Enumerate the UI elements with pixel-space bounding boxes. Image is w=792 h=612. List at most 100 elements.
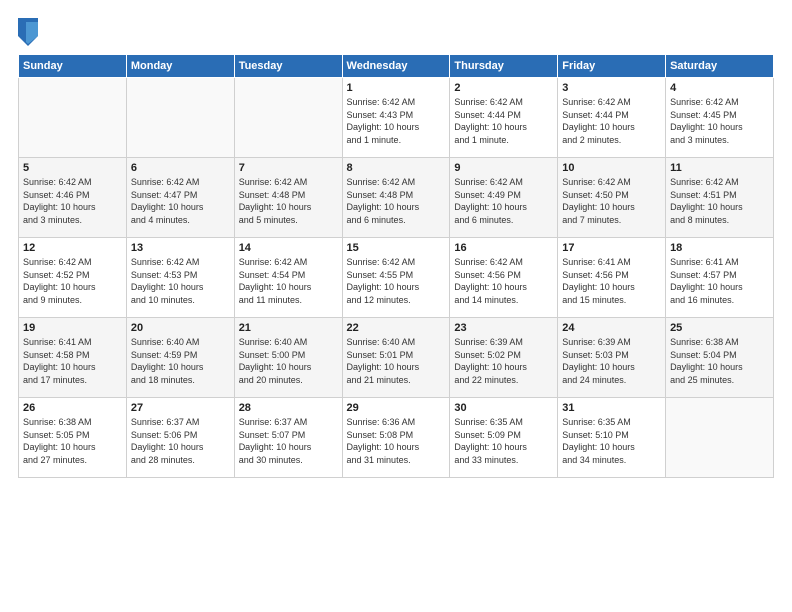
- calendar-cell: 24 Sunrise: 6:39 AM Sunset: 5:03 PM Dayli…: [558, 318, 666, 398]
- page: SundayMondayTuesdayWednesdayThursdayFrid…: [0, 0, 792, 612]
- calendar-cell: 4 Sunrise: 6:42 AM Sunset: 4:45 PM Daylig…: [666, 78, 774, 158]
- day-number: 17: [562, 242, 661, 254]
- day-info: Sunrise: 6:37 AM Sunset: 5:06 PM Dayligh…: [131, 416, 230, 466]
- calendar-cell: 1 Sunrise: 6:42 AM Sunset: 4:43 PM Daylig…: [342, 78, 450, 158]
- day-info: Sunrise: 6:42 AM Sunset: 4:47 PM Dayligh…: [131, 176, 230, 226]
- calendar-cell: [666, 398, 774, 478]
- day-number: 4: [670, 82, 769, 94]
- day-info: Sunrise: 6:35 AM Sunset: 5:10 PM Dayligh…: [562, 416, 661, 466]
- day-info: Sunrise: 6:42 AM Sunset: 4:44 PM Dayligh…: [562, 96, 661, 146]
- weekday-header-row: SundayMondayTuesdayWednesdayThursdayFrid…: [19, 55, 774, 78]
- day-info: Sunrise: 6:37 AM Sunset: 5:07 PM Dayligh…: [239, 416, 338, 466]
- day-number: 14: [239, 242, 338, 254]
- day-info: Sunrise: 6:42 AM Sunset: 4:45 PM Dayligh…: [670, 96, 769, 146]
- day-number: 8: [347, 162, 446, 174]
- day-number: 21: [239, 322, 338, 334]
- day-number: 25: [670, 322, 769, 334]
- week-row-1: 1 Sunrise: 6:42 AM Sunset: 4:43 PM Daylig…: [19, 78, 774, 158]
- day-number: 2: [454, 82, 553, 94]
- calendar-cell: 10 Sunrise: 6:42 AM Sunset: 4:50 PM Dayli…: [558, 158, 666, 238]
- weekday-header-sunday: Sunday: [19, 55, 127, 78]
- day-info: Sunrise: 6:42 AM Sunset: 4:48 PM Dayligh…: [347, 176, 446, 226]
- calendar-cell: 16 Sunrise: 6:42 AM Sunset: 4:56 PM Dayli…: [450, 238, 558, 318]
- calendar-cell: 27 Sunrise: 6:37 AM Sunset: 5:06 PM Dayli…: [126, 398, 234, 478]
- day-number: 15: [347, 242, 446, 254]
- calendar-cell: 29 Sunrise: 6:36 AM Sunset: 5:08 PM Dayli…: [342, 398, 450, 478]
- day-number: 28: [239, 402, 338, 414]
- calendar-cell: 13 Sunrise: 6:42 AM Sunset: 4:53 PM Dayli…: [126, 238, 234, 318]
- calendar-cell: 3 Sunrise: 6:42 AM Sunset: 4:44 PM Daylig…: [558, 78, 666, 158]
- day-info: Sunrise: 6:42 AM Sunset: 4:43 PM Dayligh…: [347, 96, 446, 146]
- day-info: Sunrise: 6:40 AM Sunset: 5:00 PM Dayligh…: [239, 336, 338, 386]
- calendar-cell: 18 Sunrise: 6:41 AM Sunset: 4:57 PM Dayli…: [666, 238, 774, 318]
- day-number: 29: [347, 402, 446, 414]
- day-number: 24: [562, 322, 661, 334]
- day-info: Sunrise: 6:38 AM Sunset: 5:05 PM Dayligh…: [23, 416, 122, 466]
- calendar-cell: 14 Sunrise: 6:42 AM Sunset: 4:54 PM Dayli…: [234, 238, 342, 318]
- day-info: Sunrise: 6:41 AM Sunset: 4:58 PM Dayligh…: [23, 336, 122, 386]
- day-number: 13: [131, 242, 230, 254]
- day-number: 27: [131, 402, 230, 414]
- logo: [18, 18, 42, 46]
- day-info: Sunrise: 6:41 AM Sunset: 4:57 PM Dayligh…: [670, 256, 769, 306]
- day-info: Sunrise: 6:42 AM Sunset: 4:44 PM Dayligh…: [454, 96, 553, 146]
- calendar-cell: 25 Sunrise: 6:38 AM Sunset: 5:04 PM Dayli…: [666, 318, 774, 398]
- weekday-header-tuesday: Tuesday: [234, 55, 342, 78]
- day-info: Sunrise: 6:42 AM Sunset: 4:55 PM Dayligh…: [347, 256, 446, 306]
- calendar-cell: [126, 78, 234, 158]
- day-info: Sunrise: 6:42 AM Sunset: 4:48 PM Dayligh…: [239, 176, 338, 226]
- weekday-header-friday: Friday: [558, 55, 666, 78]
- calendar-cell: 6 Sunrise: 6:42 AM Sunset: 4:47 PM Daylig…: [126, 158, 234, 238]
- calendar-cell: 5Sunrise: 6:42 AM Sunset: 4:46 PM Daylig…: [19, 158, 127, 238]
- day-info: Sunrise: 6:36 AM Sunset: 5:08 PM Dayligh…: [347, 416, 446, 466]
- day-info: Sunrise: 6:42 AM Sunset: 4:52 PM Dayligh…: [23, 256, 122, 306]
- calendar-cell: 9 Sunrise: 6:42 AM Sunset: 4:49 PM Daylig…: [450, 158, 558, 238]
- calendar-cell: 19 Sunrise: 6:41 AM Sunset: 4:58 PM Dayli…: [19, 318, 127, 398]
- day-number: 5: [23, 162, 122, 174]
- day-number: 31: [562, 402, 661, 414]
- logo-icon: [18, 18, 38, 46]
- day-number: 26: [23, 402, 122, 414]
- calendar-cell: 7 Sunrise: 6:42 AM Sunset: 4:48 PM Daylig…: [234, 158, 342, 238]
- day-number: 12: [23, 242, 122, 254]
- day-info: Sunrise: 6:42 AM Sunset: 4:49 PM Dayligh…: [454, 176, 553, 226]
- day-number: 16: [454, 242, 553, 254]
- weekday-header-monday: Monday: [126, 55, 234, 78]
- weekday-header-thursday: Thursday: [450, 55, 558, 78]
- day-number: 19: [23, 322, 122, 334]
- day-info: Sunrise: 6:35 AM Sunset: 5:09 PM Dayligh…: [454, 416, 553, 466]
- day-number: 7: [239, 162, 338, 174]
- calendar-cell: 28 Sunrise: 6:37 AM Sunset: 5:07 PM Dayli…: [234, 398, 342, 478]
- day-info: Sunrise: 6:42 AM Sunset: 4:53 PM Dayligh…: [131, 256, 230, 306]
- week-row-4: 19 Sunrise: 6:41 AM Sunset: 4:58 PM Dayli…: [19, 318, 774, 398]
- calendar-cell: 21 Sunrise: 6:40 AM Sunset: 5:00 PM Dayli…: [234, 318, 342, 398]
- day-number: 3: [562, 82, 661, 94]
- calendar-cell: 22Sunrise: 6:40 AM Sunset: 5:01 PM Dayli…: [342, 318, 450, 398]
- day-info: Sunrise: 6:42 AM Sunset: 4:56 PM Dayligh…: [454, 256, 553, 306]
- calendar-cell: 8 Sunrise: 6:42 AM Sunset: 4:48 PM Daylig…: [342, 158, 450, 238]
- day-number: 22: [347, 322, 446, 334]
- day-info: Sunrise: 6:39 AM Sunset: 5:03 PM Dayligh…: [562, 336, 661, 386]
- day-info: Sunrise: 6:42 AM Sunset: 4:50 PM Dayligh…: [562, 176, 661, 226]
- day-number: 1: [347, 82, 446, 94]
- day-number: 6: [131, 162, 230, 174]
- day-number: 18: [670, 242, 769, 254]
- calendar-cell: [19, 78, 127, 158]
- weekday-header-saturday: Saturday: [666, 55, 774, 78]
- calendar-cell: 26 Sunrise: 6:38 AM Sunset: 5:05 PM Dayli…: [19, 398, 127, 478]
- day-number: 20: [131, 322, 230, 334]
- day-info: Sunrise: 6:38 AM Sunset: 5:04 PM Dayligh…: [670, 336, 769, 386]
- day-info: Sunrise: 6:40 AM Sunset: 4:59 PM Dayligh…: [131, 336, 230, 386]
- week-row-2: 5Sunrise: 6:42 AM Sunset: 4:46 PM Daylig…: [19, 158, 774, 238]
- calendar-cell: 15 Sunrise: 6:42 AM Sunset: 4:55 PM Dayli…: [342, 238, 450, 318]
- day-number: 10: [562, 162, 661, 174]
- weekday-header-wednesday: Wednesday: [342, 55, 450, 78]
- calendar-cell: 12 Sunrise: 6:42 AM Sunset: 4:52 PM Dayli…: [19, 238, 127, 318]
- calendar-cell: 20 Sunrise: 6:40 AM Sunset: 4:59 PM Dayli…: [126, 318, 234, 398]
- day-info: Sunrise: 6:42 AM Sunset: 4:54 PM Dayligh…: [239, 256, 338, 306]
- calendar-table: SundayMondayTuesdayWednesdayThursdayFrid…: [18, 54, 774, 478]
- header: [18, 18, 774, 46]
- day-info: Sunrise: 6:42 AM Sunset: 4:51 PM Dayligh…: [670, 176, 769, 226]
- day-info: Sunrise: 6:41 AM Sunset: 4:56 PM Dayligh…: [562, 256, 661, 306]
- day-number: 9: [454, 162, 553, 174]
